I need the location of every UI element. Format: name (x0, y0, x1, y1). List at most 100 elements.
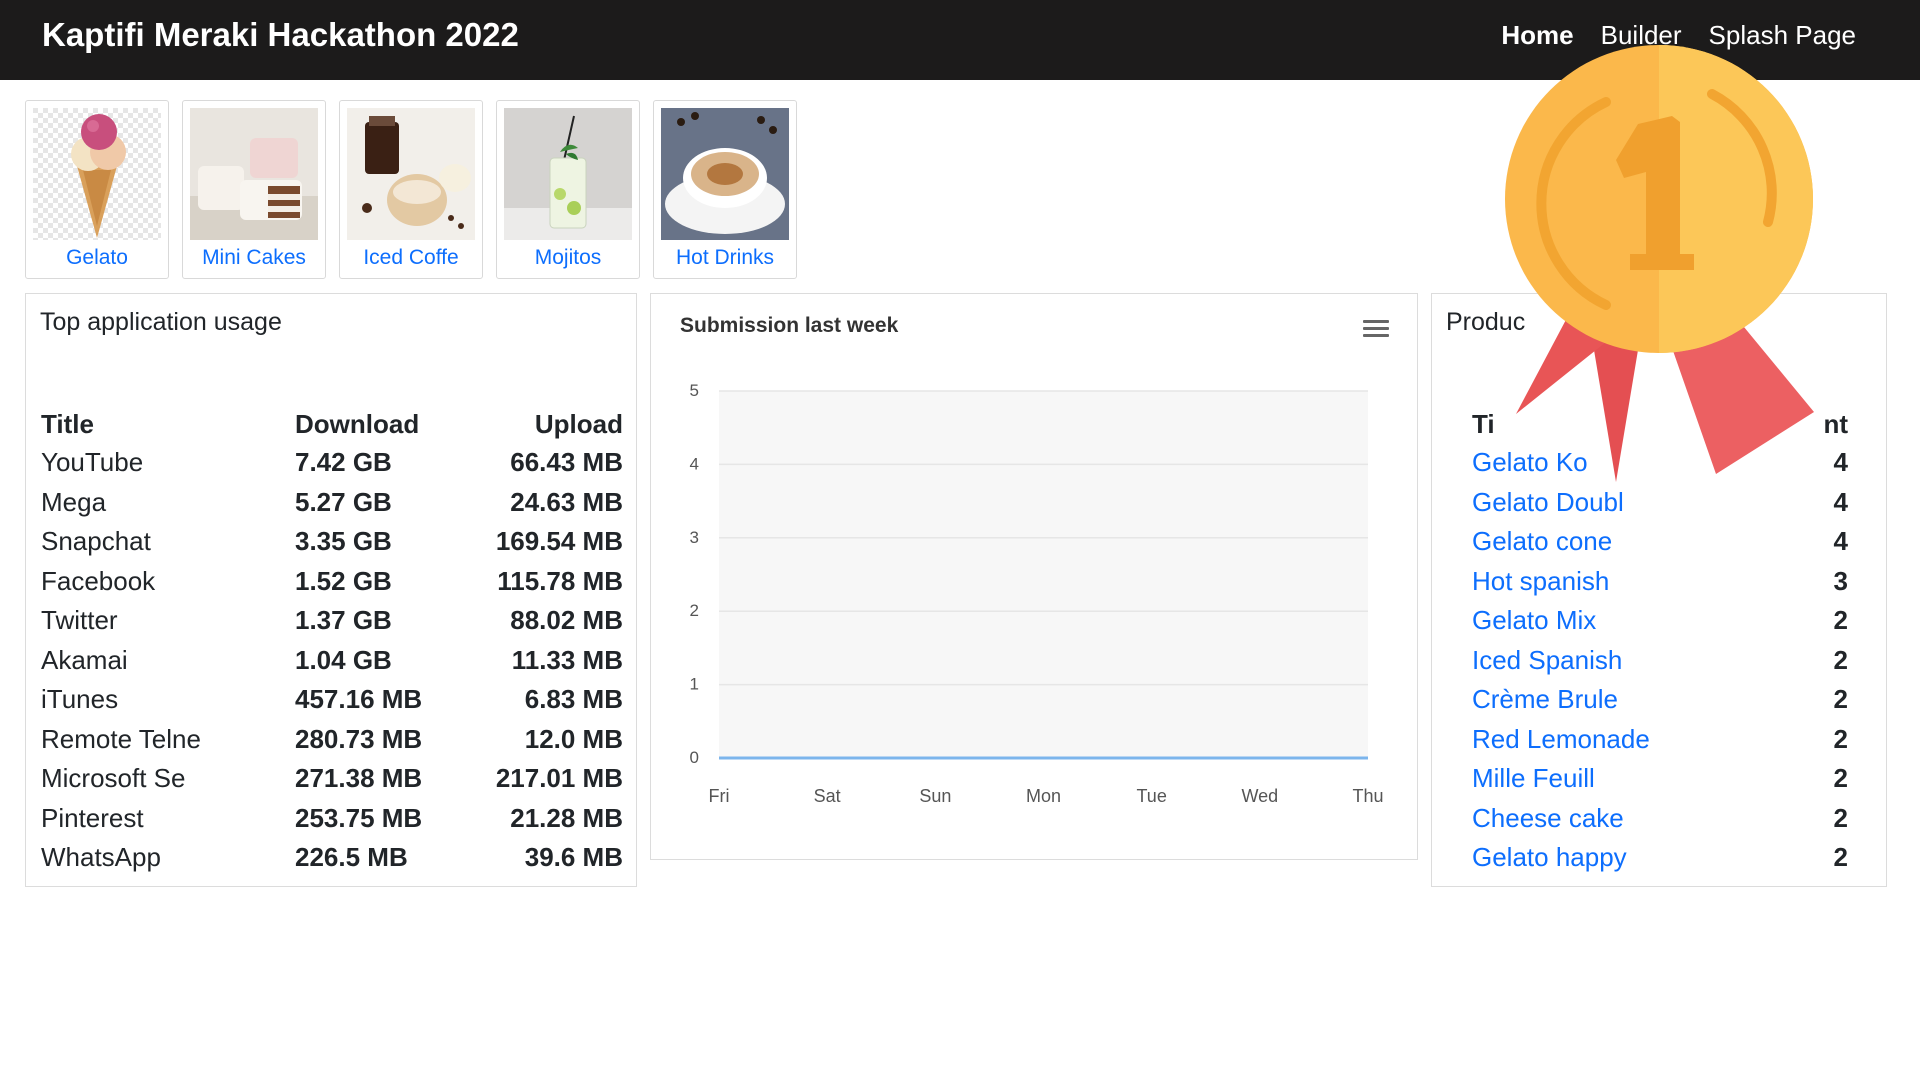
product-link[interactable]: Red Lemonade (1472, 720, 1802, 760)
table-row: Hot spanish 3 (1472, 562, 1848, 602)
product-count: 2 (1833, 802, 1848, 833)
x-tick-label: Mon (1026, 786, 1061, 806)
plot-band (719, 464, 1368, 538)
category-label: Mojitos (534, 246, 602, 269)
gelato-cone-image (33, 108, 161, 240)
category-card-mini-cakes[interactable]: Mini Cakes (182, 100, 326, 279)
app-download: 3.35 GB (295, 526, 392, 557)
x-tick-label: Thu (1352, 786, 1383, 806)
table-row: Remote Telne 280.73 MB 12.0 MB (41, 720, 623, 760)
table-row: Facebook 1.52 GB 115.78 MB (41, 562, 623, 602)
product-link[interactable]: Gelato cone (1472, 522, 1802, 562)
table-row: iTunes 457.16 MB 6.83 MB (41, 680, 623, 720)
usage-panel-title: Top application usage (40, 308, 282, 336)
product-link[interactable]: Crème Brule (1472, 680, 1802, 720)
product-link[interactable]: Hot spanish (1472, 562, 1802, 602)
usage-table: Title Download Upload YouTube 7.42 GB 66.4… (41, 405, 623, 878)
app-download: 1.52 GB (295, 565, 392, 596)
x-tick-label: Fri (709, 786, 730, 806)
y-tick-label: 4 (690, 454, 699, 473)
product-count: 2 (1833, 684, 1848, 715)
app-upload: 39.6 MB (524, 842, 623, 873)
app-title: Twitter (41, 605, 118, 636)
table-row: Gelato Doubl 4 (1472, 483, 1848, 523)
table-row: Crème Brule 2 (1472, 680, 1848, 720)
app-title: WhatsApp (41, 842, 161, 873)
mini-cakes-image (190, 108, 318, 240)
y-tick-label: 1 (690, 675, 699, 694)
app-title: Snapchat (41, 526, 151, 557)
table-row: Gelato happy 2 (1472, 838, 1848, 878)
category-card-gelato[interactable]: Gelato (25, 100, 169, 279)
table-row: Cheese cake 2 (1472, 799, 1848, 839)
app-title: Microsoft Se (41, 763, 186, 794)
category-label: Mini Cakes (202, 246, 306, 269)
plot-band (719, 611, 1368, 685)
product-count: 2 (1833, 763, 1848, 794)
category-card-iced-coffee[interactable]: Iced Coffe (339, 100, 483, 279)
mojito-image (504, 108, 632, 240)
app-upload: 88.02 MB (510, 605, 623, 636)
category-label: Iced Coffe (363, 246, 459, 269)
y-tick-label: 3 (690, 528, 699, 547)
app-title: Akamai (41, 644, 128, 675)
table-row: Gelato Mix 2 (1472, 601, 1848, 641)
app-upload: 66.43 MB (510, 447, 623, 478)
product-link[interactable]: Cheese cake (1472, 799, 1802, 839)
product-count: 2 (1833, 605, 1848, 636)
app-upload: 169.54 MB (495, 526, 623, 557)
table-row: Akamai 1.04 GB 11.33 MB (41, 641, 623, 681)
category-card-mojitos[interactable]: Mojitos (496, 100, 640, 279)
brand-title[interactable]: Kaptifi Meraki Hackathon 2022 (42, 0, 519, 80)
category-card-hot-drinks[interactable]: Hot Drinks (653, 100, 797, 279)
usage-panel: Top application usage Title Download Upl… (25, 293, 637, 887)
app-upload: 6.83 MB (524, 684, 623, 715)
y-tick-label: 5 (690, 381, 699, 400)
x-tick-label: Sun (919, 786, 951, 806)
app-upload: 24.63 MB (510, 486, 623, 517)
plot-band (719, 684, 1368, 758)
product-count: 2 (1833, 723, 1848, 754)
submission-chart-panel: Submission last week 0 1 2 3 4 5 Fri Sat Sun Mon T… (650, 293, 1418, 860)
table-row: Iced Spanish 2 (1472, 641, 1848, 681)
app-title: Mega (41, 486, 107, 517)
product-count: 2 (1833, 644, 1848, 675)
product-link[interactable]: Gelato Mix (1472, 601, 1802, 641)
app-upload: 11.33 MB (511, 644, 623, 675)
table-row: Red Lemonade 2 (1472, 720, 1848, 760)
product-link[interactable]: Gelato happy (1472, 838, 1802, 878)
table-row: Mille Feuill 2 (1472, 759, 1848, 799)
x-tick-label: Wed (1241, 786, 1278, 806)
header-download: Download (295, 408, 420, 439)
y-tick-label: 0 (690, 748, 699, 767)
app-title: Remote Telne (41, 723, 201, 754)
table-row: Pinterest 253.75 MB 21.28 MB (41, 799, 623, 839)
app-title: Pinterest (41, 802, 144, 833)
category-label: Hot Drinks (675, 246, 775, 269)
product-link[interactable]: Iced Spanish (1472, 641, 1802, 681)
first-place-medal-icon: 1 (1496, 42, 1836, 482)
cappuccino-image (661, 108, 789, 240)
x-tick-label: Tue (1136, 786, 1166, 806)
app-title: YouTube (41, 447, 144, 478)
y-tick-label: 2 (690, 601, 699, 620)
product-link[interactable]: Mille Feuill (1472, 759, 1802, 799)
app-title: Facebook (41, 565, 156, 596)
app-upload: 115.78 MB (497, 565, 623, 596)
table-row: YouTube 7.42 GB 66.43 MB (41, 443, 623, 483)
iced-coffee-image (347, 108, 475, 240)
product-count: 3 (1833, 565, 1848, 596)
app-download: 1.37 GB (295, 605, 392, 636)
app-download: 271.38 MB (295, 763, 423, 794)
product-count: 4 (1833, 486, 1848, 517)
category-label: Gelato (66, 246, 128, 269)
x-tick-label: Sat (814, 786, 841, 806)
app-download: 457.16 MB (295, 684, 423, 715)
product-link[interactable]: Gelato Doubl (1472, 483, 1802, 523)
app-upload: 217.01 MB (495, 763, 623, 794)
app-title: iTunes (41, 684, 119, 715)
table-row: Microsoft Se 271.38 MB 217.01 MB (41, 759, 623, 799)
plot-band (719, 391, 1368, 465)
submission-chart: 0 1 2 3 4 5 Fri Sat Sun Mon Tue Wed Thu (690, 381, 1384, 806)
plot-band (719, 537, 1368, 612)
